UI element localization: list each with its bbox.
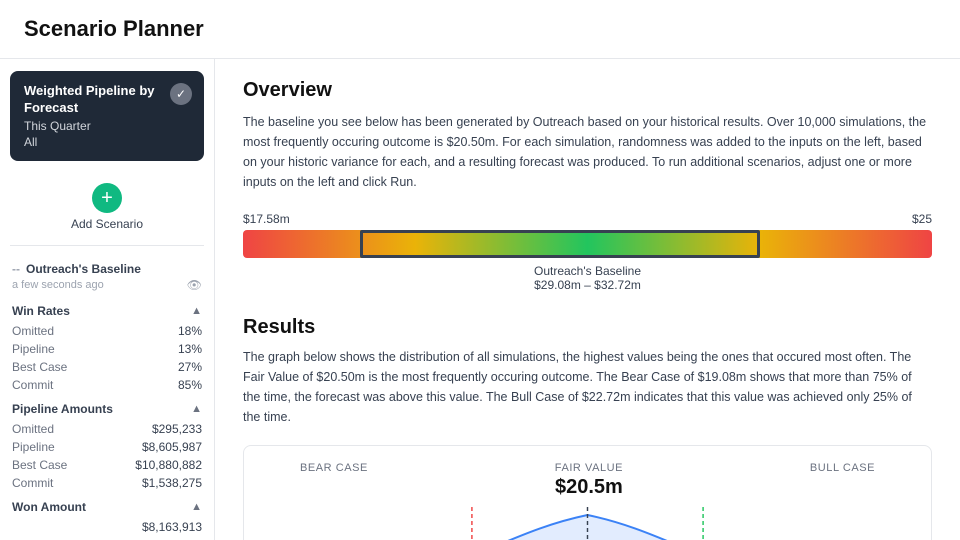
pipeline-omitted-label: Omitted	[12, 422, 54, 436]
win-rates-row-pipeline: Pipeline 13%	[0, 340, 214, 358]
gradient-bar	[243, 230, 932, 258]
pipeline-pipeline-value: $8,605,987	[142, 440, 202, 454]
win-rates-omitted-label: Omitted	[12, 324, 54, 338]
eye-icon[interactable]: 👁	[187, 278, 202, 292]
overview-text: The baseline you see below has been gene…	[243, 112, 932, 192]
pipeline-amounts-header: Pipeline Amounts ▲	[0, 394, 214, 420]
pipeline-row-pipeline: Pipeline $8,605,987	[0, 438, 214, 456]
win-rates-commit-value: 85%	[178, 378, 202, 392]
plus-circle-icon: +	[92, 183, 122, 213]
win-rates-row-omitted: Omitted 18%	[0, 322, 214, 340]
overview-section: Overview The baseline you see below has …	[243, 79, 932, 292]
results-text: The graph below shows the distribution o…	[243, 347, 932, 427]
won-amount-value: $8,163,913	[0, 518, 214, 536]
add-scenario-button[interactable]: + Add Scenario	[0, 173, 214, 237]
add-scenario-label: Add Scenario	[71, 217, 143, 231]
pipeline-amounts-chevron[interactable]: ▲	[191, 403, 202, 415]
pipeline-bestcase-label: Best Case	[12, 458, 67, 472]
bear-case-sub-label: BEAR CASE	[300, 462, 368, 474]
bracket-title: Outreach's Baseline	[243, 264, 932, 278]
bracket-range: $29.08m – $32.72m	[243, 278, 932, 292]
won-amount-chevron[interactable]: ▲	[191, 501, 202, 513]
sidebar: Weighted Pipeline by Forecast This Quart…	[0, 59, 215, 540]
fair-value-label-col: FAIR VALUE $20.5m	[555, 462, 623, 499]
bar-max-label: $25	[912, 212, 932, 226]
results-title: Results	[243, 316, 932, 339]
bracket-overlay	[360, 230, 760, 258]
baseline-section: -- Outreach's Baseline a few seconds ago…	[0, 254, 214, 296]
win-rates-pipeline-label: Pipeline	[12, 342, 55, 356]
win-rates-title: Win Rates	[12, 304, 70, 318]
top-bar: Scenario Planner	[0, 0, 960, 59]
scenario-line1: This Quarter	[24, 119, 190, 133]
baseline-title: -- Outreach's Baseline	[12, 262, 202, 276]
pipeline-commit-value: $1,538,275	[142, 476, 202, 490]
scenario-card[interactable]: Weighted Pipeline by Forecast This Quart…	[10, 71, 204, 161]
won-amount-title: Won Amount	[12, 500, 86, 514]
check-icon	[170, 83, 192, 105]
win-rates-bestcase-label: Best Case	[12, 360, 67, 374]
win-rates-commit-label: Commit	[12, 378, 53, 392]
win-rates-omitted-value: 18%	[178, 324, 202, 338]
pipeline-amounts-title: Pipeline Amounts	[12, 402, 113, 416]
net-new-amount-header: Net New Amount ▲	[0, 536, 214, 540]
win-rates-bestcase-value: 27%	[178, 360, 202, 374]
pipeline-pipeline-label: Pipeline	[12, 440, 55, 454]
chart-svg-area	[260, 507, 915, 540]
fair-value-value: $20.5m	[555, 476, 623, 499]
overview-title: Overview	[243, 79, 932, 102]
win-rates-row-commit: Commit 85%	[0, 376, 214, 394]
chart-area: BEAR CASE FAIR VALUE $20.5m BULL CASE	[243, 445, 932, 540]
chart-labels: BEAR CASE FAIR VALUE $20.5m BULL CASE	[260, 462, 915, 499]
baseline-dashes: --	[12, 262, 20, 276]
win-rates-row-bestcase: Best Case 27%	[0, 358, 214, 376]
scenario-line2: All	[24, 135, 190, 149]
baseline-name: Outreach's Baseline	[26, 262, 141, 276]
won-amount-header: Won Amount ▲	[0, 492, 214, 518]
win-rates-header: Win Rates ▲	[0, 296, 214, 322]
bracket-label: Outreach's Baseline $29.08m – $32.72m	[243, 264, 932, 292]
bar-min-label: $17.58m	[243, 212, 290, 226]
bell-curve-svg	[260, 507, 915, 540]
scenario-label: Weighted Pipeline by Forecast	[24, 83, 190, 117]
page-title: Scenario Planner	[24, 16, 936, 42]
bull-case-sub-label: BULL CASE	[810, 462, 875, 474]
pipeline-row-commit: Commit $1,538,275	[0, 474, 214, 492]
pipeline-row-bestcase: Best Case $10,880,882	[0, 456, 214, 474]
pipeline-bestcase-value: $10,880,882	[135, 458, 202, 472]
win-rates-pipeline-value: 13%	[178, 342, 202, 356]
win-rates-chevron[interactable]: ▲	[191, 305, 202, 317]
divider	[10, 245, 204, 246]
bear-case-label-col: BEAR CASE	[300, 462, 368, 499]
baseline-timestamp: a few seconds ago	[12, 279, 104, 291]
pipeline-omitted-value: $295,233	[152, 422, 202, 436]
baseline-time-row: a few seconds ago 👁	[12, 278, 202, 292]
pipeline-row-omitted: Omitted $295,233	[0, 420, 214, 438]
bull-case-label-col: BULL CASE	[810, 462, 875, 499]
results-section: Results The graph below shows the distri…	[243, 316, 932, 540]
fair-value-sub-label: FAIR VALUE	[555, 462, 623, 474]
pipeline-commit-label: Commit	[12, 476, 53, 490]
gradient-bar-wrapper: $17.58m $25 Outreach's Baseline $29.08m …	[243, 212, 932, 292]
content-area: Overview The baseline you see below has …	[215, 59, 960, 540]
